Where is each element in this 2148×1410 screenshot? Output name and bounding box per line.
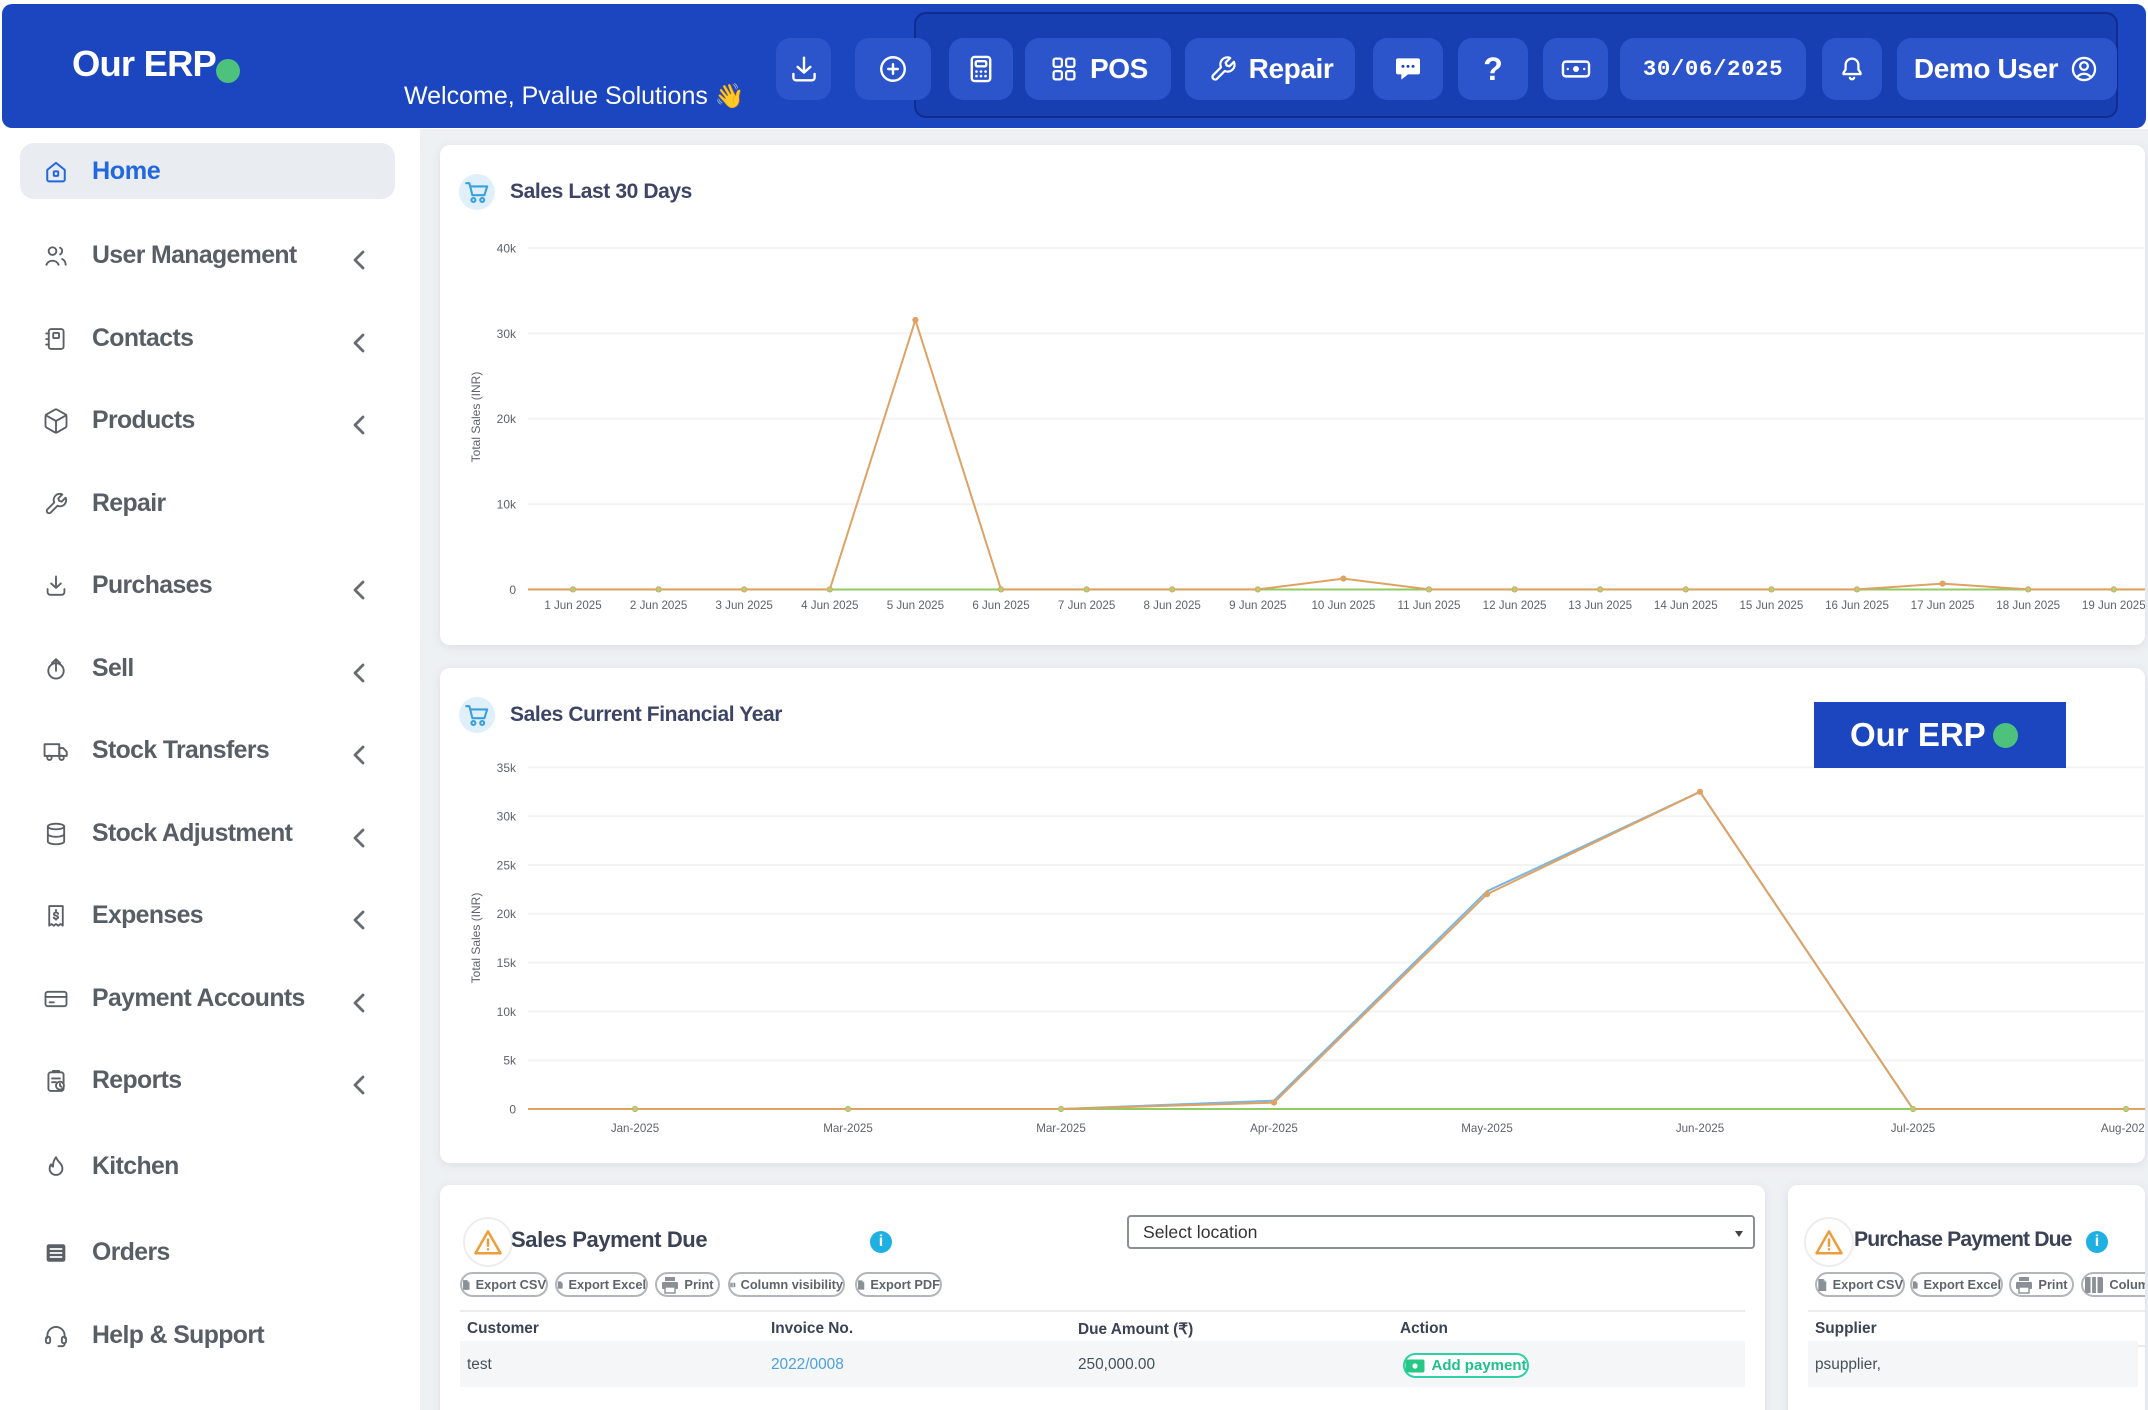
svg-text:12 Jun 2025: 12 Jun 2025 <box>1483 599 1547 612</box>
svg-text:1 Jun 2025: 1 Jun 2025 <box>544 599 601 612</box>
svg-text:Aug-2025: Aug-2025 <box>2101 1122 2145 1135</box>
svg-text:20k: 20k <box>497 412 517 426</box>
svg-text:Jun-2025: Jun-2025 <box>1676 1122 1724 1135</box>
svg-text:7 Jun 2025: 7 Jun 2025 <box>1058 599 1115 612</box>
svg-text:6 Jun 2025: 6 Jun 2025 <box>972 599 1029 612</box>
svg-text:0: 0 <box>509 583 516 597</box>
svg-text:Mar-2025: Mar-2025 <box>823 1122 873 1135</box>
svg-text:Jan-2025: Jan-2025 <box>611 1122 659 1135</box>
svg-text:40k: 40k <box>497 241 517 255</box>
svg-text:20k: 20k <box>497 907 517 921</box>
svg-text:19 Jun 2025: 19 Jun 2025 <box>2082 599 2145 612</box>
svg-text:8 Jun 2025: 8 Jun 2025 <box>1144 599 1201 612</box>
svg-text:30k: 30k <box>497 810 517 824</box>
svg-text:10 Jun 2025: 10 Jun 2025 <box>1311 599 1375 612</box>
svg-text:9 Jun 2025: 9 Jun 2025 <box>1229 599 1286 612</box>
svg-text:11 Jun 2025: 11 Jun 2025 <box>1398 599 1461 612</box>
svg-text:Jul-2025: Jul-2025 <box>1891 1122 1935 1135</box>
svg-text:Mar-2025: Mar-2025 <box>1036 1122 1086 1135</box>
svg-text:16 Jun 2025: 16 Jun 2025 <box>1825 599 1889 612</box>
svg-text:Total Sales (INR): Total Sales (INR) <box>469 372 483 463</box>
svg-text:10k: 10k <box>497 498 517 512</box>
svg-text:17 Jun 2025: 17 Jun 2025 <box>1911 599 1975 612</box>
svg-text:13 Jun 2025: 13 Jun 2025 <box>1568 599 1632 612</box>
svg-text:14 Jun 2025: 14 Jun 2025 <box>1654 599 1718 612</box>
svg-text:15 Jun 2025: 15 Jun 2025 <box>1739 599 1803 612</box>
svg-text:15k: 15k <box>497 956 517 970</box>
svg-text:Total Sales (INR): Total Sales (INR) <box>469 893 483 984</box>
svg-text:2 Jun 2025: 2 Jun 2025 <box>630 599 687 612</box>
svg-text:25k: 25k <box>497 858 517 872</box>
svg-text:4 Jun 2025: 4 Jun 2025 <box>801 599 858 612</box>
svg-text:30k: 30k <box>497 327 517 341</box>
svg-text:10k: 10k <box>497 1005 517 1019</box>
svg-text:Apr-2025: Apr-2025 <box>1250 1122 1298 1135</box>
svg-text:3 Jun 2025: 3 Jun 2025 <box>716 599 773 612</box>
svg-text:0: 0 <box>509 1102 516 1116</box>
svg-text:35k: 35k <box>497 761 517 775</box>
svg-text:18 Jun 2025: 18 Jun 2025 <box>1996 599 2060 612</box>
svg-text:5 Jun 2025: 5 Jun 2025 <box>887 599 944 612</box>
svg-text:5k: 5k <box>503 1054 517 1068</box>
svg-text:May-2025: May-2025 <box>1461 1122 1513 1135</box>
